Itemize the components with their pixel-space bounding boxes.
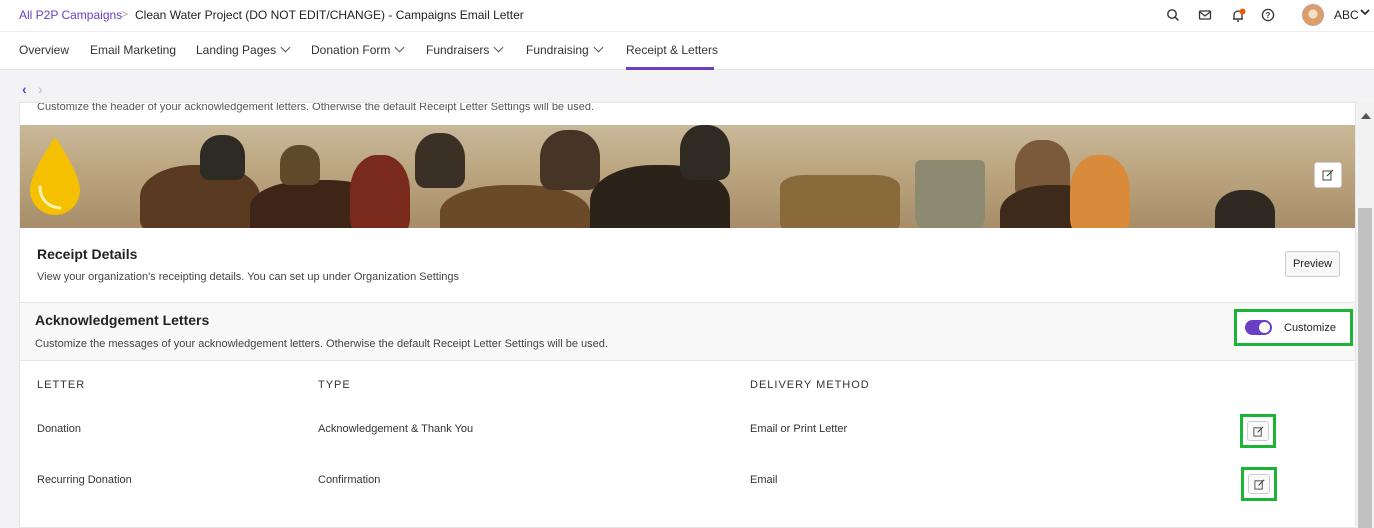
chevron-down-icon[interactable]	[1360, 6, 1370, 20]
row-delivery: Email or Print Letter	[750, 423, 848, 435]
tab-label: Fundraising	[526, 43, 589, 57]
acknowledgement-letters-description: Customize the messages of your acknowled…	[35, 338, 608, 350]
scroll-up-arrow-icon[interactable]	[1361, 113, 1371, 119]
edit-button-frame	[1248, 474, 1270, 494]
tab-email-marketing[interactable]: Email Marketing	[90, 43, 176, 57]
customize-toggle-group[interactable]: Customize	[1234, 309, 1353, 346]
row-type: Confirmation	[318, 474, 381, 486]
help-icon[interactable]: ?	[1261, 8, 1277, 24]
search-icon[interactable]	[1166, 8, 1182, 24]
row-letter: Recurring Donation	[37, 474, 132, 486]
row-type: Acknowledgement & Thank You	[318, 423, 474, 435]
edit-button-frame	[1247, 421, 1269, 441]
toggle-knob	[1259, 322, 1270, 333]
tab-landing-pages[interactable]: Landing Pages	[196, 42, 291, 57]
chevron-down-icon	[493, 42, 504, 53]
row-delivery: Email	[750, 474, 778, 486]
breadcrumb-separator: >	[121, 7, 129, 21]
acknowledgement-letters-title: Acknowledgement Letters	[35, 312, 210, 328]
header-banner-image	[20, 125, 1355, 228]
receipt-details-description: View your organization's receipting deta…	[37, 271, 459, 283]
row-letter: Donation	[37, 423, 82, 435]
preview-button[interactable]: Preview	[1285, 251, 1340, 277]
tab-overview[interactable]: Overview	[19, 43, 69, 57]
tab-label: Email Marketing	[90, 43, 177, 57]
scrollbar-thumb[interactable]	[1358, 208, 1372, 528]
edit-icon	[1252, 426, 1263, 437]
breadcrumb-current: Clean Water Project (DO NOT EDIT/CHANGE)…	[135, 8, 524, 22]
column-header-delivery: DELIVERY METHOD	[750, 379, 870, 391]
customize-toggle[interactable]	[1245, 320, 1272, 335]
breadcrumb-parent-link[interactable]: All P2P Campaigns	[19, 8, 122, 22]
edit-icon	[1322, 169, 1334, 181]
customize-label: Customize	[1284, 321, 1336, 334]
mail-icon[interactable]	[1198, 8, 1214, 24]
tab-donation-form[interactable]: Donation Form	[311, 42, 405, 57]
chevron-down-icon	[394, 42, 405, 53]
top-header: All P2P Campaigns > Clean Water Project …	[0, 0, 1374, 32]
active-tab-indicator	[626, 67, 714, 70]
tab-label: Landing Pages	[196, 43, 277, 57]
svg-text:?: ?	[1266, 11, 1271, 20]
recurring-donation-edit-button[interactable]	[1241, 467, 1277, 501]
campaign-nav: Overview Email Marketing Landing Pages D…	[0, 32, 1374, 70]
donation-edit-button[interactable]	[1240, 414, 1276, 448]
back-arrow-icon[interactable]: ‹	[22, 81, 27, 97]
edit-icon	[1253, 479, 1264, 490]
column-header-type: TYPE	[318, 379, 351, 391]
tab-fundraisers[interactable]: Fundraisers	[426, 42, 504, 57]
user-name[interactable]: ABC	[1334, 8, 1359, 22]
column-header-letter: LETTER	[37, 379, 86, 391]
avatar[interactable]	[1302, 4, 1324, 26]
banner-edit-button[interactable]	[1314, 162, 1342, 188]
tab-receipt-letters[interactable]: Receipt & Letters	[626, 43, 718, 57]
receipt-details-title: Receipt Details	[37, 246, 138, 262]
bell-icon[interactable]	[1230, 8, 1246, 24]
chevron-down-icon	[280, 42, 291, 53]
water-drop-logo	[30, 137, 80, 215]
forward-arrow-icon[interactable]: ›	[38, 81, 43, 97]
tab-fundraising[interactable]: Fundraising	[526, 42, 604, 57]
acknowledgement-letters-section: Acknowledgement Letters Customize the me…	[20, 302, 1355, 361]
tab-label: Receipt & Letters	[626, 43, 719, 57]
header-section-description: Customize the header of your acknowledge…	[37, 102, 595, 113]
chevron-down-icon	[593, 42, 604, 53]
tab-label: Overview	[19, 43, 70, 57]
tab-label: Donation Form	[311, 43, 391, 57]
tab-label: Fundraisers	[426, 43, 490, 57]
receipt-letters-card: Customize the header of your acknowledge…	[19, 102, 1356, 528]
